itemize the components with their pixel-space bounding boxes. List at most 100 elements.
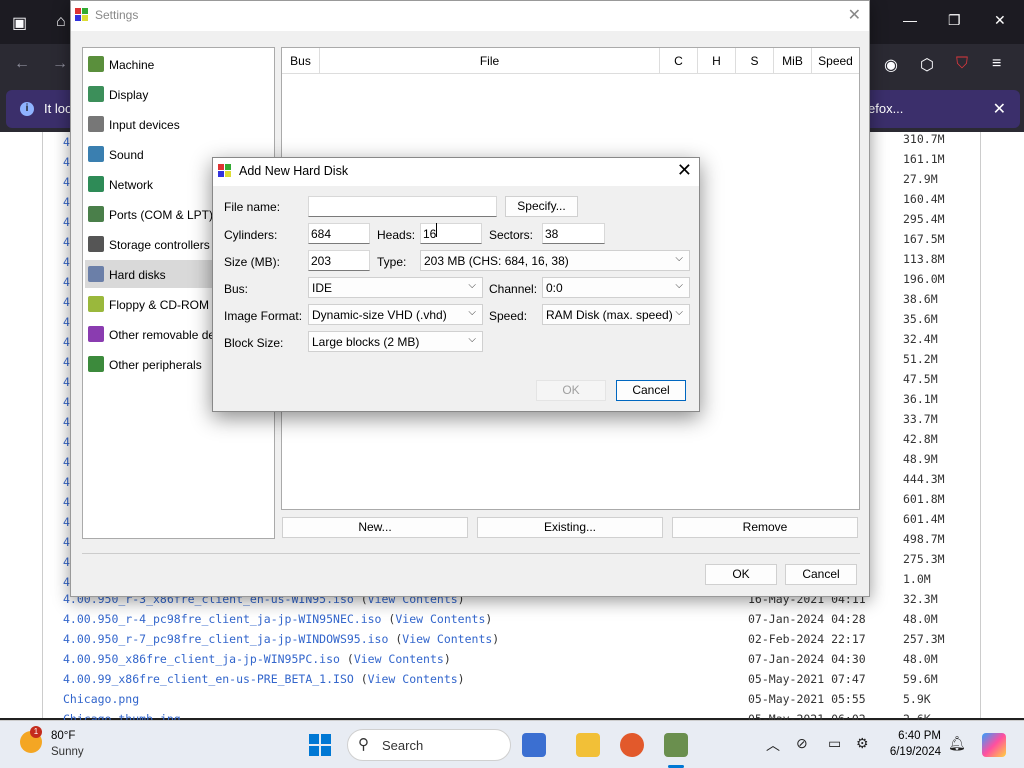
remove-disk-button[interactable]: Remove — [672, 517, 858, 538]
bell-icon[interactable]: 🔔︎ — [948, 735, 966, 752]
tab-overview-icon[interactable]: ▣ — [12, 13, 27, 33]
file-link-fragment[interactable]: 4 — [63, 195, 70, 209]
file-link-fragment[interactable]: 4 — [63, 315, 70, 329]
emulator-app-icon[interactable] — [664, 733, 688, 757]
window-close-icon[interactable]: ✕ — [994, 12, 1006, 29]
chevron-up-icon[interactable]: ︿ — [766, 735, 780, 755]
screen-icon[interactable]: ▭ — [828, 735, 841, 752]
block-size-select[interactable]: Large blocks (2 MB) ⌵ — [308, 331, 483, 352]
channel-select[interactable]: 0:0 ⌵ — [542, 277, 690, 298]
view-contents-link[interactable]: View Contents — [402, 632, 492, 646]
sidebar-item-input-devices[interactable]: Input devices — [85, 110, 274, 138]
file-size: 1.0M — [903, 572, 931, 586]
forward-icon[interactable]: → — [52, 55, 68, 73]
file-link[interactable]: 4.00.950_x86fre_client_ja-jp-WIN95PC.iso — [63, 652, 340, 666]
copilot-icon[interactable] — [982, 733, 1006, 757]
divider — [82, 553, 860, 554]
file-link-fragment[interactable]: 4 — [63, 375, 70, 389]
settings-cancel-button[interactable]: Cancel — [785, 564, 857, 585]
file-link-fragment[interactable]: 4 — [63, 235, 70, 249]
clock-date[interactable]: 6/19/2024 — [884, 746, 941, 758]
size-input[interactable]: 203 — [308, 250, 370, 271]
weather-condition[interactable]: Sunny — [51, 746, 84, 758]
file-link[interactable]: Chicago.png — [63, 692, 139, 706]
column-header-s[interactable]: S — [736, 48, 774, 74]
column-header-file[interactable]: File — [320, 48, 660, 74]
cylinders-input[interactable]: 684 — [308, 223, 370, 244]
network-off-icon[interactable]: ⊘ — [796, 735, 808, 752]
file-link-fragment[interactable]: 4 — [63, 275, 70, 289]
museum-tab-icon[interactable]: ⌂ — [56, 13, 66, 31]
file-link[interactable]: 4.00.950_r-7_pc98fre_client_ja-jp-WINDOW… — [63, 632, 388, 646]
clock-time[interactable]: 6:40 PM — [895, 730, 941, 742]
dialog-close-icon[interactable]: ✕ — [677, 160, 692, 181]
heads-input[interactable]: 16 — [420, 223, 482, 244]
file-link-fragment[interactable]: 4 — [63, 135, 70, 149]
file-link-fragment[interactable]: 4 — [63, 255, 70, 269]
column-header-h[interactable]: H — [698, 48, 736, 74]
file-link-fragment[interactable]: 4 — [63, 455, 70, 469]
back-icon[interactable]: ← — [14, 55, 30, 73]
file-link-fragment[interactable]: 4 — [63, 535, 70, 549]
column-header-c[interactable]: C — [660, 48, 698, 74]
notification-close-icon[interactable]: ✕ — [993, 99, 1006, 119]
speed-select[interactable]: RAM Disk (max. speed) ⌵ — [542, 304, 690, 325]
temperature[interactable]: 80°F — [51, 730, 75, 742]
ublock-icon[interactable]: ⛉ — [956, 55, 968, 73]
sidebar-item-machine[interactable]: Machine — [85, 50, 274, 78]
restore-icon[interactable]: ❐ — [948, 12, 961, 29]
sidebar-item-label: Ports (COM & LPT) — [109, 208, 214, 222]
view-contents-link[interactable]: View Contents — [354, 652, 444, 666]
file-link-fragment[interactable]: 4 — [63, 415, 70, 429]
file-size: 32.4M — [903, 332, 938, 346]
sidebar-item-label: Display — [109, 88, 149, 102]
column-header-speed[interactable]: Speed — [812, 48, 859, 74]
file-size: 310.7M — [903, 132, 945, 146]
file-link-fragment[interactable]: 4 — [63, 155, 70, 169]
settings-close-icon[interactable]: ✕ — [848, 5, 861, 25]
file-link-fragment[interactable]: 4 — [63, 555, 70, 569]
minimize-icon[interactable]: — — [903, 12, 917, 28]
file-link[interactable]: 4.00.99_x86fre_client_en-us-PRE_BETA_1.I… — [63, 672, 354, 686]
bus-select[interactable]: IDE ⌵ — [308, 277, 483, 298]
file-link-fragment[interactable]: 4 — [63, 335, 70, 349]
menu-icon[interactable]: ≡ — [992, 55, 1001, 73]
settings-tray-icon[interactable]: ⚙ — [856, 735, 869, 752]
view-contents-link[interactable]: View Contents — [368, 672, 458, 686]
flag-app-icon[interactable] — [522, 733, 546, 757]
windows-start-icon[interactable] — [309, 734, 331, 756]
image-format-select[interactable]: Dynamic-size VHD (.vhd) ⌵ — [308, 304, 483, 325]
notification-action[interactable]: efox... — [868, 101, 903, 116]
dialog-cancel-button[interactable]: Cancel — [616, 380, 686, 401]
view-contents-link[interactable]: View Contents — [395, 612, 485, 626]
file-link-fragment[interactable]: 4 — [63, 175, 70, 189]
file-link-fragment[interactable]: 4 — [63, 295, 70, 309]
file-link-fragment[interactable]: 4 — [63, 215, 70, 229]
file-link[interactable]: 4.00.950_r-4_pc98fre_client_ja-jp-WIN95N… — [63, 612, 382, 626]
specify-button[interactable]: Specify... — [505, 196, 578, 217]
column-header-mib[interactable]: MiB — [774, 48, 812, 74]
settings-ok-button[interactable]: OK — [705, 564, 777, 585]
file-link-fragment[interactable]: 4 — [63, 475, 70, 489]
dialog-ok-button[interactable]: OK — [536, 380, 606, 401]
existing-disk-button[interactable]: Existing... — [477, 517, 663, 538]
file-link-fragment[interactable]: 4 — [63, 515, 70, 529]
taskbar-search[interactable]: ⚲ Search — [347, 729, 511, 761]
file-link-fragment[interactable]: 4 — [63, 575, 70, 589]
column-header-bus[interactable]: Bus — [282, 48, 320, 74]
file-link-fragment[interactable]: 4 — [63, 435, 70, 449]
extensions-icon[interactable]: ⬡ — [920, 55, 934, 75]
file-name-input[interactable] — [308, 196, 497, 217]
file-size: 167.5M — [903, 232, 945, 246]
firefox-icon[interactable] — [620, 733, 644, 757]
new-disk-button[interactable]: New... — [282, 517, 468, 538]
sidebar-item-display[interactable]: Display — [85, 80, 274, 108]
file-size: 38.6M — [903, 292, 938, 306]
file-link-fragment[interactable]: 4 — [63, 395, 70, 409]
file-explorer-icon[interactable] — [576, 733, 600, 757]
sectors-input[interactable]: 38 — [542, 223, 605, 244]
type-select[interactable]: 203 MB (CHS: 684, 16, 38) ⌵ — [420, 250, 690, 271]
file-link-fragment[interactable]: 4 — [63, 355, 70, 369]
account-icon[interactable]: ◉ — [884, 55, 898, 75]
file-link-fragment[interactable]: 4 — [63, 495, 70, 509]
